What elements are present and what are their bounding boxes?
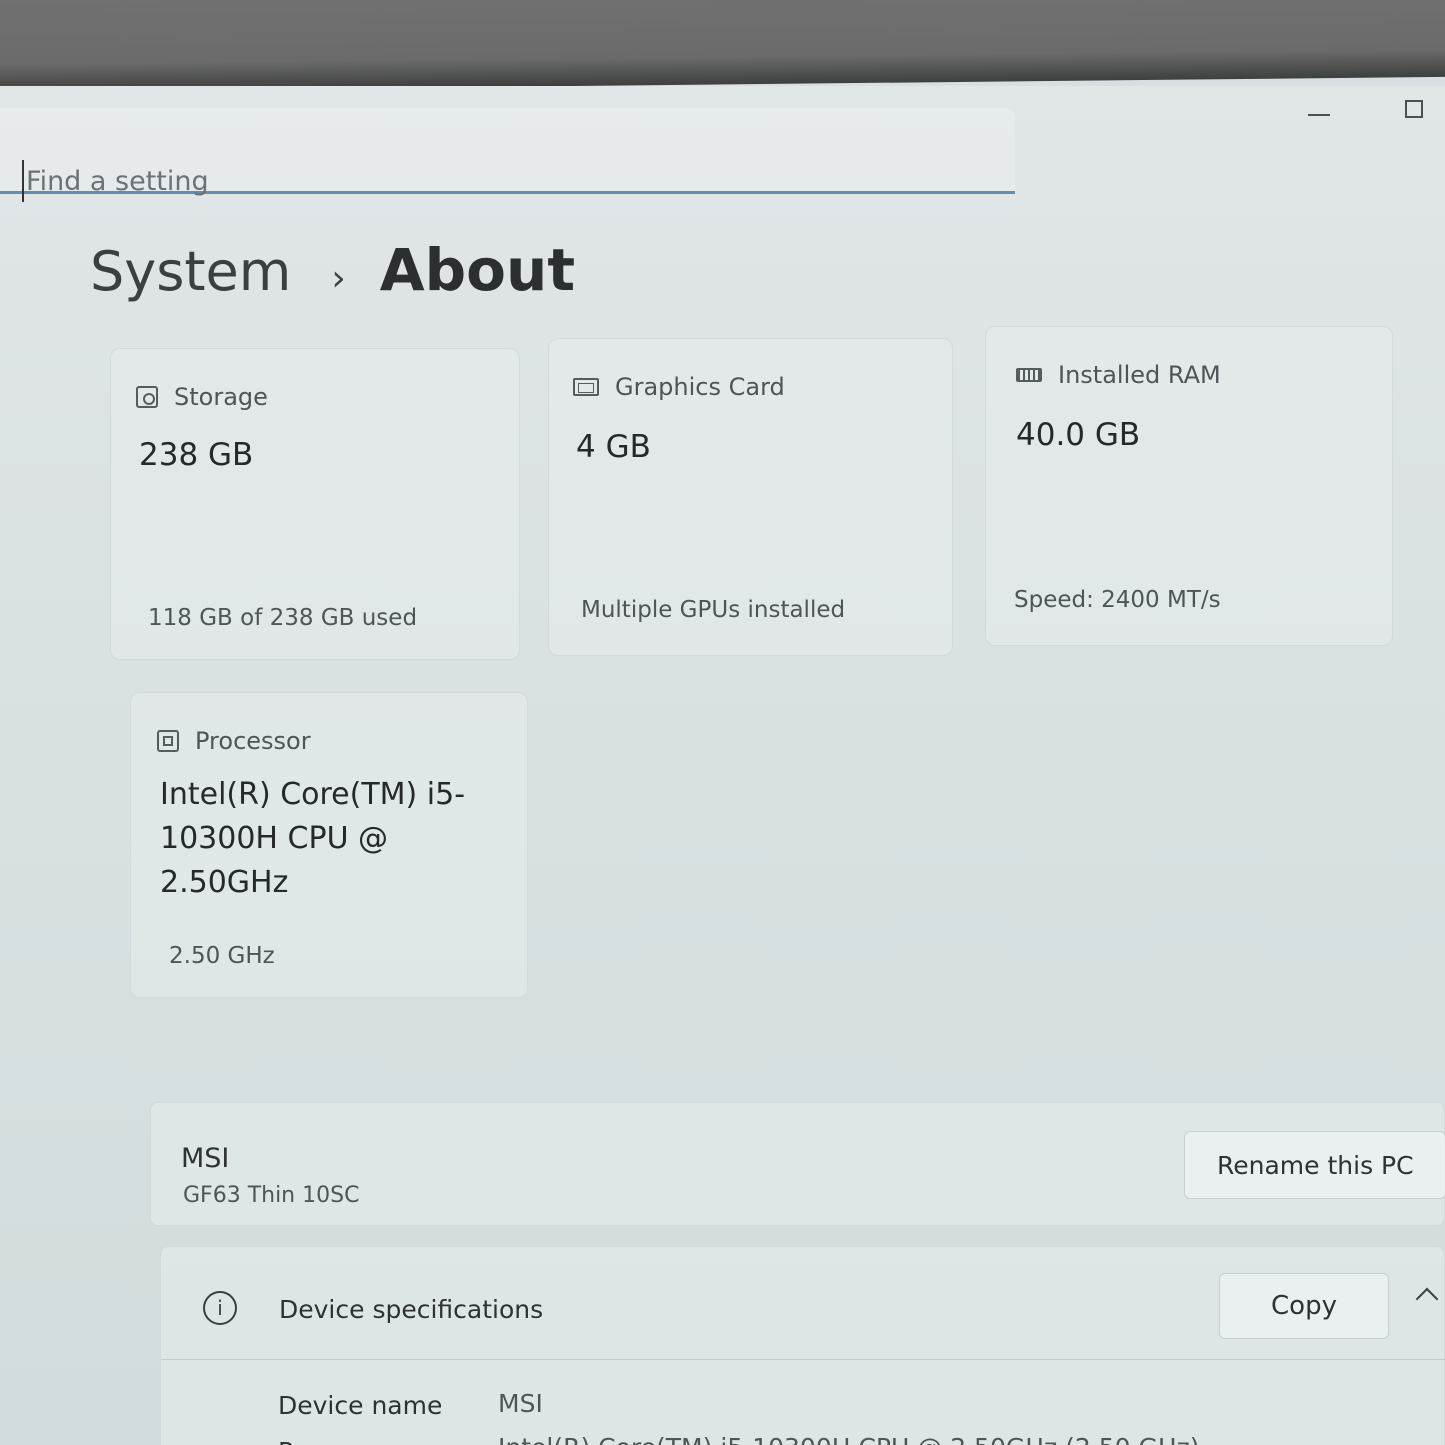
cpu-icon	[157, 730, 179, 752]
pc-model: GF63 Thin 10SC	[183, 1183, 360, 1208]
screen-bezel	[0, 0, 1445, 93]
graphics-sub: Multiple GPUs installed	[581, 597, 846, 623]
spec-label-processor: Processor	[278, 1437, 398, 1445]
processor-card: Processor Intel(R) Core(TM) i5-10300H CP…	[130, 692, 528, 998]
ram-value: 40.0 GB	[1016, 417, 1141, 453]
chevron-right-icon: ›	[331, 258, 346, 299]
processor-label: Processor	[195, 727, 311, 755]
breadcrumb-system[interactable]: System	[90, 240, 291, 303]
spec-value-processor: Intel(R) Core(TM) i5-10300H CPU @ 2.50GH…	[498, 1433, 1200, 1445]
storage-value: 238 GB	[139, 437, 254, 473]
storage-icon	[136, 386, 158, 408]
ram-card: Installed RAM 40.0 GB Speed: 2400 MT/s	[985, 326, 1393, 646]
graphics-value: 4 GB	[576, 429, 651, 465]
device-specifications-section: i Device specifications Copy Device name…	[160, 1246, 1445, 1445]
search-box[interactable]	[0, 108, 1015, 202]
info-icon: i	[203, 1291, 237, 1325]
minimize-icon[interactable]	[1308, 114, 1330, 116]
maximize-icon[interactable]	[1405, 100, 1423, 118]
rename-pc-button[interactable]: Rename this PC	[1184, 1131, 1445, 1199]
ram-speed: Speed: 2400 MT/s	[1014, 587, 1221, 613]
pc-name-row: MSI GF63 Thin 10SC Rename this PC	[150, 1102, 1445, 1226]
divider	[161, 1359, 1445, 1360]
storage-label: Storage	[174, 383, 268, 411]
device-specifications-title[interactable]: Device specifications	[279, 1295, 543, 1324]
spec-label-device-name: Device name	[278, 1391, 443, 1420]
settings-window: System › About Storage 238 GB 118 GB of …	[0, 86, 1445, 1445]
breadcrumb: System › About	[90, 236, 575, 304]
ram-icon	[1016, 368, 1042, 382]
search-input[interactable]	[22, 160, 928, 202]
processor-value: Intel(R) Core(TM) i5-10300H CPU @ 2.50GH…	[160, 777, 466, 900]
storage-usage: 118 GB of 238 GB used	[148, 605, 418, 631]
gpu-icon	[573, 378, 599, 396]
graphics-card: Graphics Card 4 GB Multiple GPUs install…	[548, 338, 953, 656]
processor-speed: 2.50 GHz	[169, 943, 275, 969]
storage-card: Storage 238 GB 118 GB of 238 GB used	[110, 348, 520, 660]
page-title: About	[379, 236, 576, 304]
graphics-label: Graphics Card	[615, 373, 785, 401]
chevron-up-icon[interactable]	[1415, 1287, 1439, 1311]
ram-label: Installed RAM	[1058, 361, 1221, 389]
copy-button[interactable]: Copy	[1219, 1273, 1389, 1339]
spec-value-device-name: MSI	[498, 1389, 543, 1418]
pc-brand: MSI	[181, 1143, 230, 1174]
